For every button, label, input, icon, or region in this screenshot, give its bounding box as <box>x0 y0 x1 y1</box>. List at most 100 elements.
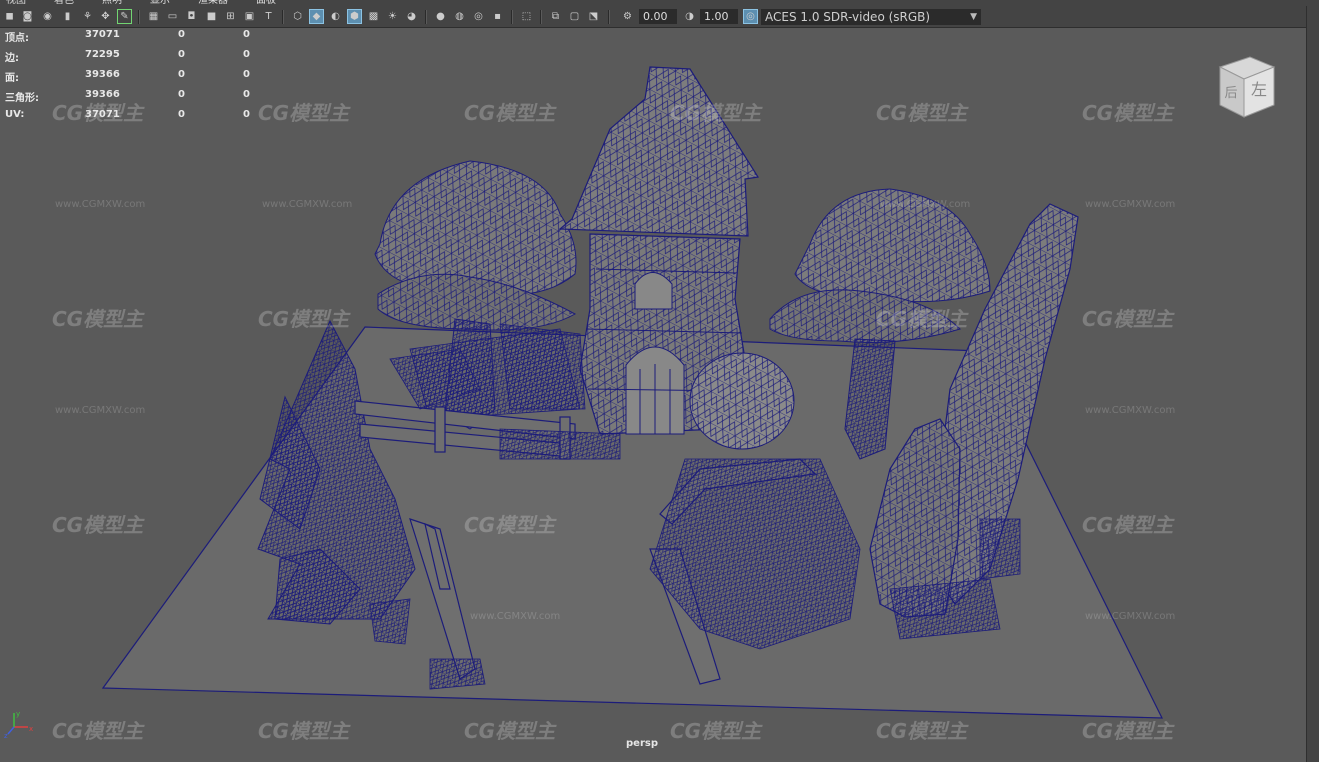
film-gate-icon[interactable]: ▭ <box>165 9 180 24</box>
screen-space-ao-icon[interactable]: ● <box>433 9 448 24</box>
hud-total: 39366 <box>85 89 120 100</box>
gamma-field[interactable]: 1.00 <box>700 9 738 24</box>
isolate-select-icon[interactable]: ⬚ <box>519 9 534 24</box>
view-transform-value: ACES 1.0 SDR-video (sRGB) <box>765 10 931 24</box>
axis-x-label: x <box>29 725 33 733</box>
xray-icon[interactable]: ⧉ <box>548 9 563 24</box>
default-material-icon[interactable]: ◐ <box>328 9 343 24</box>
watermark-url: www.CGMXW.com <box>1085 611 1176 622</box>
axis-gizmo: x y z <box>4 710 33 739</box>
scene-wireframe <box>101 66 1163 719</box>
round-bush <box>689 352 795 450</box>
exposure-icon[interactable]: ⚙ <box>620 9 635 24</box>
hud-total: 72295 <box>85 49 120 60</box>
two-d-pan-icon[interactable]: ✥ <box>98 9 113 24</box>
depth-of-field-icon[interactable]: ▪ <box>490 9 505 24</box>
watermark-logo: CG模型主 <box>876 101 968 125</box>
watermark-logo: CG模型主 <box>52 513 144 537</box>
hud-label: 三角形: <box>5 93 39 104</box>
image-plane-icon[interactable]: ⚘ <box>80 9 95 24</box>
watermark-url: www.CGMXW.com <box>55 405 146 416</box>
motion-blur-icon[interactable]: ◍ <box>452 9 467 24</box>
grease-pencil-icon[interactable]: ✎ <box>117 9 132 24</box>
hud-selected-tris: 0 <box>243 69 250 80</box>
wireframe-icon[interactable]: ⬡ <box>290 9 305 24</box>
hud-selected-tris: 0 <box>243 89 250 100</box>
view-cube[interactable]: 后 左 <box>1212 53 1282 123</box>
hud-row-edges: 边: 72295 0 0 <box>5 49 265 69</box>
grid-icon[interactable]: ▦ <box>146 9 161 24</box>
view-cube-back-face: 后 <box>1224 86 1237 101</box>
camera-attributes-icon[interactable]: ◙ <box>20 9 35 24</box>
hud-selected: 0 <box>178 29 185 40</box>
bookmark-camera-icon[interactable]: ◉ <box>40 9 55 24</box>
hud-row-vertices: 顶点: 37071 0 0 <box>5 29 265 49</box>
exposure-field[interactable]: 0.00 <box>639 9 677 24</box>
axis-z-label: z <box>4 732 8 739</box>
gate-mask-icon[interactable]: ■ <box>204 9 219 24</box>
camera-name-label: persp <box>626 738 658 749</box>
watermark-logo: CG模型主 <box>464 719 556 743</box>
hud-label: UV: <box>5 109 25 120</box>
hud-row-faces: 面: 39366 0 0 <box>5 69 265 89</box>
watermark-logo: CG模型主 <box>258 101 350 125</box>
view-transform-dropdown[interactable]: ACES 1.0 SDR-video (sRGB) ▼ <box>761 9 981 25</box>
textured-icon[interactable]: ▩ <box>366 9 381 24</box>
viewport-toolbar: ◼ ◙ ◉ ▮ ⚘ ✥ ✎ ▦ ▭ ◘ ■ ⊞ ▣ T ⬡ ◆ ◐ ⬢ ▩ ☀ … <box>0 6 1319 28</box>
watermark-logo: CG模型主 <box>1082 719 1174 743</box>
watermark-url: www.CGMXW.com <box>880 199 971 210</box>
watermark-logo: CG模型主 <box>670 719 762 743</box>
shadows-icon[interactable]: ◕ <box>404 9 419 24</box>
watermark-logo: CG模型主 <box>464 101 556 125</box>
watermark-logo: CG模型主 <box>464 513 556 537</box>
axis-y-label: y <box>16 710 20 718</box>
hud-row-triangles: 三角形: 39366 0 0 <box>5 89 265 109</box>
hud-total: 37071 <box>85 109 120 120</box>
safe-action-icon[interactable]: ▣ <box>242 9 257 24</box>
hud-selected-tris: 0 <box>243 29 250 40</box>
hud-label: 边: <box>5 53 19 64</box>
watermark-logo: CG模型主 <box>1082 513 1174 537</box>
viewport-persp[interactable]: CG模型主 CG模型主 CG模型主 CG模型主 CG模型主 CG模型主 CG模型… <box>0 29 1306 762</box>
watermark-logo: CG模型主 <box>876 307 968 331</box>
bookmark-icon[interactable]: ▮ <box>60 9 75 24</box>
anti-aliasing-icon[interactable]: ◎ <box>471 9 486 24</box>
watermark-url: www.CGMXW.com <box>470 611 561 622</box>
watermark-url: www.CGMXW.com <box>262 199 353 210</box>
xray-joints-icon[interactable]: ▢ <box>567 9 582 24</box>
hud-selected: 0 <box>178 69 185 80</box>
watermark-logo: CG模型主 <box>258 719 350 743</box>
hud-selected-tris: 0 <box>243 49 250 60</box>
watermark-url: www.CGMXW.com <box>1085 199 1176 210</box>
resolution-gate-icon[interactable]: ◘ <box>184 9 199 24</box>
gamma-icon[interactable]: ◑ <box>682 9 697 24</box>
xray-components-icon[interactable]: ⬔ <box>586 9 601 24</box>
chevron-down-icon: ▼ <box>970 12 977 22</box>
hud-total: 39366 <box>85 69 120 80</box>
view-cube-left-face: 左 <box>1251 80 1267 99</box>
hud-selected: 0 <box>178 109 185 120</box>
watermark-logo: CG模型主 <box>52 307 144 331</box>
watermark-logo: CG模型主 <box>876 719 968 743</box>
hud-total: 37071 <box>85 29 120 40</box>
watermark-logo: CG模型主 <box>258 307 350 331</box>
hud-label: 面: <box>5 73 19 84</box>
smooth-shade-icon[interactable]: ◆ <box>309 9 324 24</box>
watermark-logo: CG模型主 <box>52 719 144 743</box>
lights-icon[interactable]: ☀ <box>385 9 400 24</box>
safe-title-icon[interactable]: T <box>261 9 276 24</box>
field-chart-icon[interactable]: ⊞ <box>223 9 238 24</box>
watermark-url: www.CGMXW.com <box>55 199 146 210</box>
hud-selected: 0 <box>178 89 185 100</box>
color-management-icon[interactable]: ◎ <box>743 9 758 24</box>
hud-selected-tris: 0 <box>243 109 250 120</box>
watermark-logo: CG模型主 <box>1082 307 1174 331</box>
camera-select-icon[interactable]: ◼ <box>2 9 17 24</box>
hud-label: 顶点: <box>5 33 29 44</box>
watermark-logo: CG模型主 <box>1082 101 1174 125</box>
wireframe-on-shaded-icon[interactable]: ⬢ <box>347 9 362 24</box>
poly-count-hud: 顶点: 37071 0 0 边: 72295 0 0 面: 39366 0 0 … <box>5 29 265 129</box>
watermark-logo: CG模型主 <box>670 101 762 125</box>
hud-row-uvs: UV: 37071 0 0 <box>5 109 265 129</box>
watermark-url: www.CGMXW.com <box>1085 405 1176 416</box>
